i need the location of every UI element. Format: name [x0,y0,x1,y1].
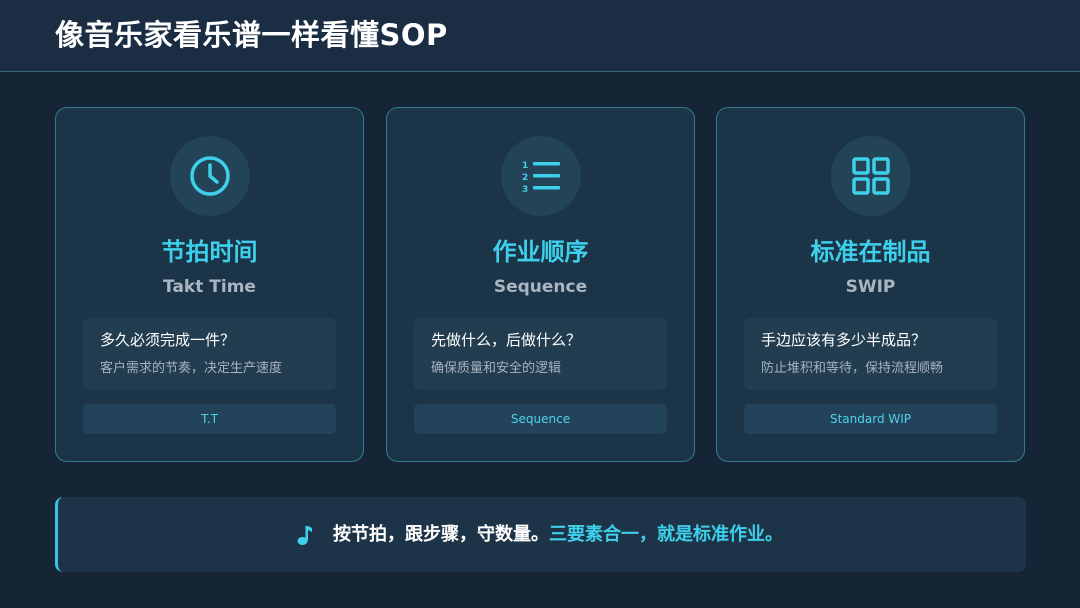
clock-icon [170,136,250,216]
card-takt-time: 节拍时间 Takt Time 多久必须完成一件？ 客户需求的节奏，决定生产速度 … [55,107,364,462]
card-tag: Standard WIP [744,404,997,434]
card-subtitle: Takt Time [163,277,256,297]
card-title: 作业顺序 [492,238,589,266]
card-title: 标准在制品 [810,238,931,266]
question-box: 先做什么，后做什么？ 确保质量和安全的逻辑 [414,318,667,390]
question-box: 手边应该有多少半成品？ 防止堆积和等待，保持流程顺畅 [744,318,997,390]
card-title: 节拍时间 [161,238,258,266]
card-tag: T.T [83,404,336,434]
card-question: 先做什么，后做什么？ [431,331,582,349]
summary-banner: 按节拍，跟步骤，守数量。三要素合一，就是标准作业。 [55,497,1026,572]
question-box: 多久必须完成一件？ 客户需求的节奏，决定生产速度 [83,318,336,390]
card-answer: 确保质量和安全的逻辑 [431,361,562,376]
grid-icon [831,136,911,216]
music-note-icon [297,525,312,545]
card-answer: 防止堆积和等待，保持流程顺畅 [761,361,944,376]
summary-main-text: 按节拍，跟步骤，守数量。 [333,523,549,545]
numbered-list-icon: 1 2 3 [501,136,581,216]
card-swip: 标准在制品 SWIP 手边应该有多少半成品？ 防止堆积和等待，保持流程顺畅 St… [716,107,1025,462]
slide: 像音乐家看乐谱一样看懂SOP 节拍时间 Takt Time 多久必须完成一件？ … [0,0,1080,608]
summary-highlight-text: 三要素合一，就是标准作业。 [549,523,783,545]
page-title: 像音乐家看乐谱一样看懂SOP [55,18,448,52]
card-question: 手边应该有多少半成品？ [761,331,927,349]
card-tag: Sequence [414,404,667,434]
card-question: 多久必须完成一件？ [100,331,236,349]
card-subtitle: SWIP [845,277,896,297]
svg-text:1: 1 [522,161,528,171]
svg-text:3: 3 [522,185,528,195]
card-answer: 客户需求的节奏，决定生产速度 [100,361,283,376]
card-subtitle: Sequence [493,277,588,297]
svg-text:2: 2 [522,173,528,183]
card-sequence: 1 2 3 作业顺序 Sequence 先做什么，后做什么？ 确保质量和安全的逻… [386,107,695,462]
summary-text: 按节拍，跟步骤，守数量。三要素合一，就是标准作业。 [333,523,783,547]
header-bar: 像音乐家看乐谱一样看懂SOP [0,0,1080,72]
